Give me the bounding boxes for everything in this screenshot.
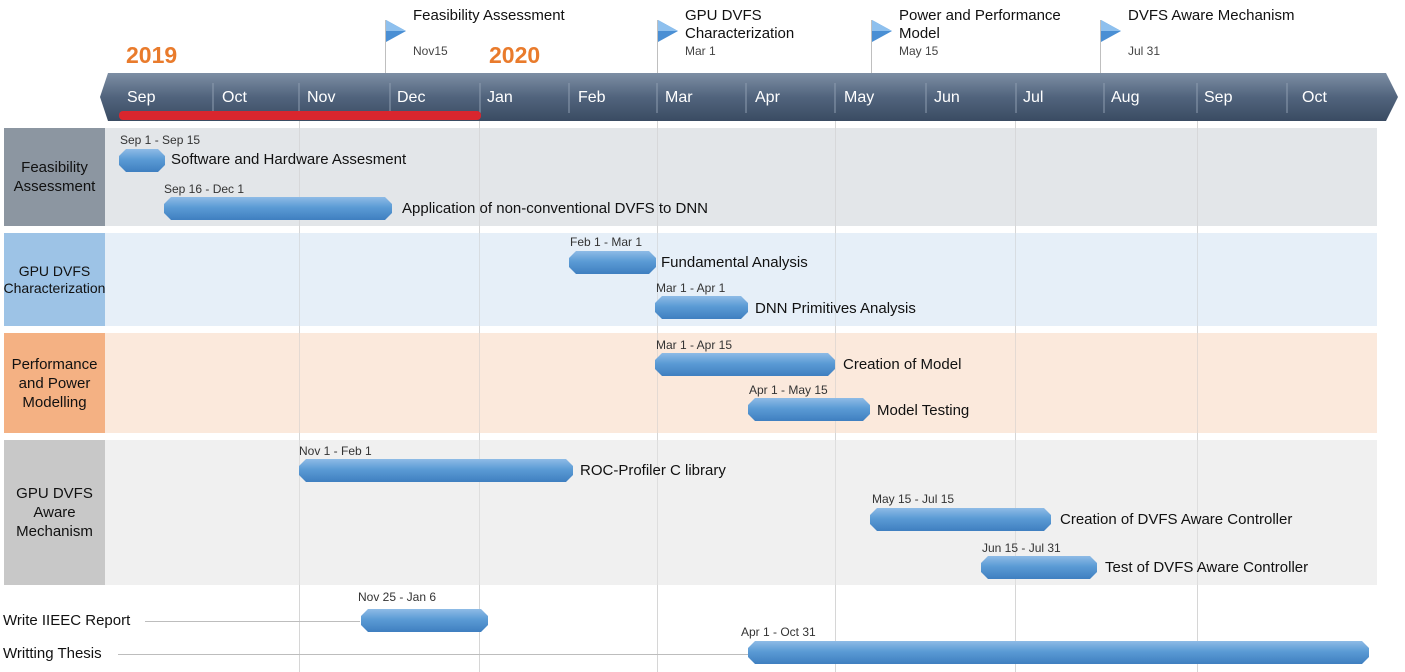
flag-icon <box>872 20 892 42</box>
task-bar <box>981 556 1097 579</box>
task-bar-shape <box>655 353 835 376</box>
task-bar-shape <box>870 508 1051 531</box>
task-dates: Feb 1 - Mar 1 <box>570 235 643 249</box>
task-bar <box>748 398 870 421</box>
year-label-2020: 2020 <box>489 42 541 68</box>
elapsed-progress-bar <box>119 111 481 120</box>
lane-header: GPU DVFS Aware Mechanism <box>4 440 105 585</box>
milestone-title: Feasibility Assessment <box>413 7 565 24</box>
task-bar <box>361 609 488 632</box>
month-label: Oct <box>1302 89 1327 106</box>
task-name: Test of DVFS Aware Controller <box>1105 559 1309 576</box>
task-bar-shape <box>748 641 1369 664</box>
task-dates: Sep 1 - Sep 15 <box>120 133 201 147</box>
month-label: May <box>844 89 875 106</box>
task-dates: Jun 15 - Jul 31 <box>982 541 1061 555</box>
task-bar <box>119 149 165 172</box>
month-label: Mar <box>665 89 693 106</box>
lane-title: Feasibility Assessment <box>13 159 96 195</box>
task-bar-shape <box>299 459 573 482</box>
month-label: Jun <box>934 89 960 106</box>
month-label: Sep <box>127 89 156 106</box>
leader-line <box>118 654 748 655</box>
flag-icon <box>658 20 678 42</box>
lane-header: Performance and Power Modelling <box>4 333 105 433</box>
task-dates: Apr 1 - Oct 31 <box>741 625 816 639</box>
task-label-write-report: Write IIEEC Report <box>3 612 131 629</box>
lane-title: GPU DVFS Characterization <box>3 262 106 296</box>
task-name: Model Testing <box>877 402 970 419</box>
lane-title: GPU DVFS Aware Mechanism <box>16 485 93 540</box>
task-bar <box>655 353 835 376</box>
milestone-title: Power and Performance Model <box>899 7 1061 42</box>
task-bar <box>655 296 748 319</box>
task-bar <box>870 508 1051 531</box>
month-label: Sep <box>1204 89 1233 106</box>
milestone-date: Mar 1 <box>685 44 716 58</box>
task-dates: Mar 1 - Apr 15 <box>656 338 733 352</box>
milestone-title: GPU DVFS Characterization <box>685 7 795 42</box>
task-bar-shape <box>119 149 165 172</box>
task-bar <box>569 251 656 274</box>
task-bar-shape <box>748 398 870 421</box>
task-name: DNN Primitives Analysis <box>755 300 916 317</box>
task-name: ROC-Profiler C library <box>580 462 726 479</box>
task-dates: Mar 1 - Apr 1 <box>656 281 726 295</box>
lane-title: Performance and Power Modelling <box>11 355 98 411</box>
year-label-2019: 2019 <box>126 42 178 68</box>
milestone-date: Jul 31 <box>1128 44 1161 58</box>
task-dates: Sep 16 - Dec 1 <box>164 182 245 196</box>
task-name: Application of non-conventional DVFS to … <box>402 200 708 217</box>
lane-header: GPU DVFS Characterization <box>4 233 105 326</box>
task-bar-shape <box>655 296 748 319</box>
lane-header: Feasibility Assessment <box>4 128 105 226</box>
task-name: Fundamental Analysis <box>661 254 808 271</box>
task-label-writing-thesis: Writting Thesis <box>3 645 102 662</box>
flag-icon <box>386 20 406 42</box>
task-dates: Nov 1 - Feb 1 <box>299 444 372 458</box>
month-label: Aug <box>1111 89 1140 106</box>
month-label: Nov <box>307 89 336 106</box>
task-bar-shape <box>361 609 488 632</box>
lane-background <box>105 333 1377 433</box>
task-dates: May 15 - Jul 15 <box>872 492 955 506</box>
milestone-date: Nov15 <box>413 44 448 58</box>
month-label: Apr <box>755 89 780 106</box>
leader-line <box>145 621 360 622</box>
task-bar-shape <box>981 556 1097 579</box>
month-label: Feb <box>578 89 606 106</box>
task-dates: Apr 1 - May 15 <box>749 383 828 397</box>
month-label: Jan <box>487 89 513 106</box>
task-name: Creation of Model <box>843 356 962 373</box>
month-label: Jul <box>1023 89 1044 106</box>
task-dates: Nov 25 - Jan 6 <box>358 590 437 604</box>
milestone-date: May 15 <box>899 44 939 58</box>
task-bar <box>164 197 392 220</box>
task-bar-shape <box>569 251 656 274</box>
flag-icon <box>1101 20 1121 42</box>
month-label: Oct <box>222 89 247 106</box>
task-bar <box>299 459 573 482</box>
task-name: Software and Hardware Assesment <box>171 151 407 168</box>
month-label: Dec <box>397 89 426 106</box>
milestone-title: DVFS Aware Mechanism <box>1128 7 1295 24</box>
task-bar-shape <box>164 197 392 220</box>
task-bar <box>748 641 1369 664</box>
task-name: Creation of DVFS Aware Controller <box>1060 511 1293 528</box>
